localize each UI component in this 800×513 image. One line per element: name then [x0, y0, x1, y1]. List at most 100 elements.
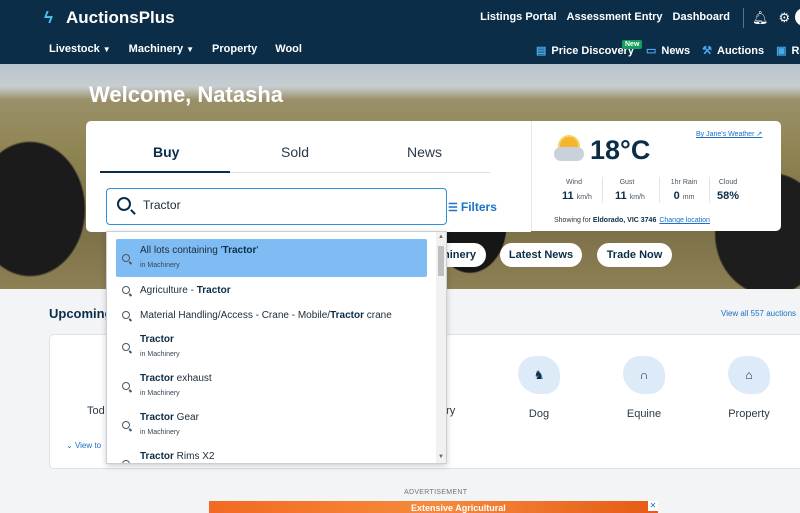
tab-sold[interactable]: Sold — [281, 144, 309, 160]
location-name: Eldorado, VIC 3746 — [592, 217, 657, 224]
nav-wool[interactable]: Wool — [275, 43, 302, 55]
tab-news[interactable]: News — [407, 144, 442, 160]
tab-buy[interactable]: Buy — [153, 144, 179, 160]
scroll-up-icon[interactable]: ▲ — [438, 234, 444, 240]
top-navigation: ϟ AuctionsPlus Listings Portal Assessmen… — [0, 0, 800, 64]
view-all-auctions-link[interactable]: View all 557 auctions — [721, 309, 796, 318]
suggestion-text: Tractor — [140, 334, 174, 345]
gust-label: Gust — [619, 179, 635, 186]
search-icon — [122, 382, 130, 390]
rain-label: 1hr Rain — [670, 179, 698, 186]
category-equine-label: Equine — [626, 408, 662, 420]
bell-icon[interactable]: 🔔︎ — [752, 10, 769, 26]
cloud-value: 58% — [716, 190, 740, 202]
machinery-pill-label: hinery — [442, 249, 476, 261]
suggestion-item[interactable]: All lots containing 'Tractor' in Machine… — [116, 239, 427, 277]
latest-news-pill[interactable]: Latest News — [500, 243, 582, 267]
weather-source-link[interactable]: By Jane's Weather ↗ — [696, 130, 762, 138]
suggestion-item[interactable]: Tractor in Machinery — [116, 331, 427, 365]
suggestion-item[interactable]: Agriculture - Tractor — [116, 282, 427, 300]
welcome-heading: Welcome, Natasha — [89, 82, 284, 107]
nav-property[interactable]: Property — [212, 43, 257, 55]
upcoming-heading: Upcoming — [49, 306, 113, 321]
showing-for-label: Showing for — [554, 217, 593, 224]
logo-text: AuctionsPlus — [66, 8, 175, 27]
main-nav: Livestock ▼ Machinery ▼ Property Wool — [49, 43, 302, 55]
nav-price-discovery[interactable]: ▤ Price Discovery — [536, 44, 634, 58]
dropdown-scrollbar[interactable]: ▲ ▼ — [436, 232, 446, 463]
weather-rain: 1hr Rain 0 mm — [668, 179, 700, 202]
suggestion-item[interactable]: Tractor Rims X2 — [116, 448, 427, 463]
dashboard-link[interactable]: Dashboard — [673, 11, 730, 23]
scrollbar-thumb[interactable] — [438, 246, 444, 276]
nav-livestock-label: Livestock — [49, 43, 100, 55]
nav-livestock[interactable]: Livestock ▼ — [49, 43, 111, 55]
weather-cloud: Cloud 58% — [715, 179, 741, 202]
search-icon — [122, 286, 130, 294]
filter-icon: ☰ — [448, 202, 458, 214]
suggestion-text: Tractor exhaust — [140, 373, 212, 384]
cloud-label: Cloud — [718, 179, 738, 186]
nav-machinery-label: Machinery — [128, 43, 184, 55]
advertisement-text: Extensive Agricultural — [411, 503, 506, 513]
nav-auctions-label: Auctions — [717, 44, 765, 57]
filters-label: Filters — [460, 200, 497, 214]
search-icon — [117, 197, 131, 211]
weather-divider — [602, 177, 603, 203]
rain-value: 0 — [673, 190, 680, 202]
category-property[interactable]: ⌂ Property — [709, 356, 789, 420]
scroll-down-icon[interactable]: ▼ — [438, 454, 444, 460]
chevron-down-icon: ▼ — [186, 45, 195, 54]
suggestion-text: Tractor Rims X2 — [140, 451, 215, 462]
nav-resources-label: Res — [791, 44, 800, 57]
filters-button[interactable]: ☰ Filters — [448, 200, 497, 214]
weather-divider — [659, 177, 660, 203]
category-dog-label: Dog — [528, 408, 550, 420]
suggestion-text: Material Handling/Access - Crane - Mobil… — [140, 310, 392, 321]
nav-news[interactable]: ▭ News — [646, 44, 690, 58]
horse-icon: ∩ — [623, 356, 665, 394]
suggestion-category: in Machinery — [140, 262, 180, 269]
search-icon — [122, 421, 130, 429]
weather-widget: By Jane's Weather ↗ 18°C Wind 11 km/h Gu… — [531, 121, 781, 231]
search-box[interactable] — [106, 188, 447, 225]
trade-now-pill[interactable]: Trade Now — [597, 243, 672, 267]
right-nav: ▤ Price Discovery ▭ News ⚒ Auctions ▣ Re… — [536, 44, 800, 58]
search-icon — [122, 460, 130, 463]
listings-portal-link[interactable]: Listings Portal — [480, 11, 556, 23]
gust-unit: km/h — [629, 194, 645, 201]
suggestion-text: All lots containing 'Tractor' — [140, 245, 259, 256]
category-dog[interactable]: ♞ Dog — [499, 356, 579, 420]
active-tab-indicator — [100, 171, 230, 173]
gust-value: 11 — [615, 190, 627, 202]
logo-mark-icon: ϟ — [44, 8, 53, 27]
wind-value: 11 — [562, 190, 574, 202]
nav-machinery[interactable]: Machinery ▼ — [129, 43, 194, 55]
suggestion-item[interactable]: Tractor exhaust in Machinery — [116, 370, 427, 404]
nav-resources[interactable]: ▣ Res — [776, 44, 800, 58]
assessment-entry-link[interactable]: Assessment Entry — [567, 11, 663, 23]
suggestion-item[interactable]: Tractor Gear in Machinery — [116, 409, 427, 443]
chevron-down-icon: ⌄ — [66, 441, 75, 450]
search-icon — [122, 343, 130, 351]
advertisement-banner[interactable]: Extensive Agricultural ✕ — [209, 501, 658, 513]
suggestion-category: in Machinery — [140, 351, 180, 358]
suggestion-item[interactable]: Material Handling/Access - Crane - Mobil… — [116, 307, 427, 325]
close-icon[interactable]: ✕ — [648, 501, 658, 511]
suggestion-text: Tractor Gear — [140, 412, 199, 423]
category-property-label: Property — [728, 408, 770, 420]
search-suggestions: All lots containing 'Tractor' in Machine… — [106, 231, 447, 464]
gear-icon[interactable]: ⚙ — [779, 10, 791, 26]
search-icon — [122, 311, 130, 319]
nav-auctions[interactable]: ⚒ Auctions — [702, 44, 765, 58]
search-input[interactable] — [143, 198, 433, 212]
auctionsplus-logo[interactable]: ϟ AuctionsPlus — [44, 8, 175, 28]
wind-label: Wind — [566, 179, 582, 186]
avatar[interactable] — [795, 8, 800, 26]
change-location-link[interactable]: Change location — [659, 217, 710, 224]
suggestion-category: in Machinery — [140, 390, 180, 397]
property-icon: ⌂ — [728, 356, 770, 394]
category-equine[interactable]: ∩ Equine — [604, 356, 684, 420]
search-icon — [122, 254, 130, 262]
view-today-link[interactable]: ⌄ View to — [66, 441, 101, 450]
